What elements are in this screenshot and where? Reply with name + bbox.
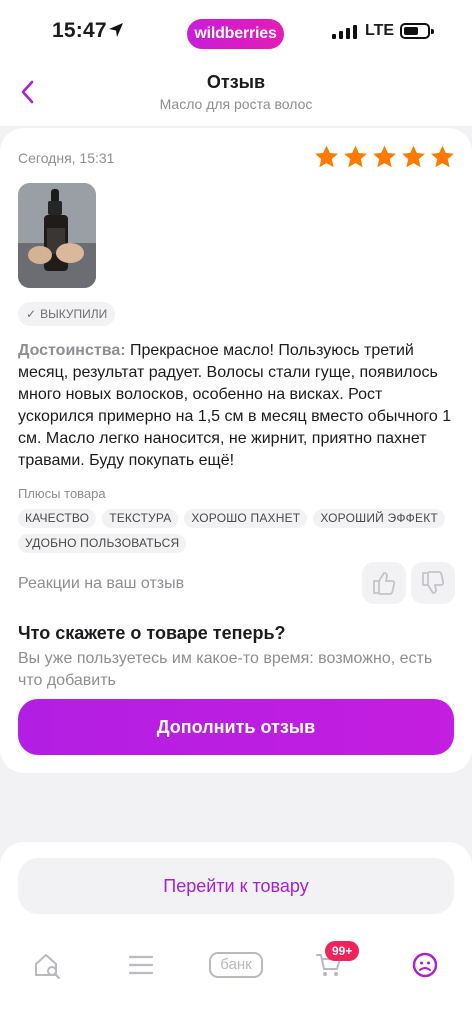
followup-text: Вы уже пользуетесь им какое-то время: во… xyxy=(18,650,433,689)
plus-label: Плюсы товара xyxy=(18,486,106,501)
review-card: Сегодня, 15:31 ✓ ВЫКУПИЛИ Достоинства: П… xyxy=(0,128,472,773)
bank-label: банк xyxy=(209,952,263,978)
add-to-review-button[interactable]: Дополнить отзыв xyxy=(18,699,454,755)
status-time: 15:47 xyxy=(52,19,107,42)
pros-text: Прекрасное масло! Пользуюсь третий месяц… xyxy=(18,342,452,469)
tag-item: УДОБНО ПОЛЬЗОВАТЬСЯ xyxy=(18,534,187,553)
oil-bottle-image xyxy=(18,183,96,288)
profile-icon xyxy=(412,952,438,978)
review-date: Сегодня, 15:31 xyxy=(18,150,115,166)
page-title: Отзыв xyxy=(206,72,266,92)
star-icon xyxy=(431,145,454,168)
review-photo[interactable] xyxy=(18,183,96,288)
tab-home[interactable] xyxy=(27,945,67,985)
tag-item: КАЧЕСТВО xyxy=(18,509,97,528)
reactions-label: Реакции на ваш отзыв xyxy=(18,575,185,592)
go-to-product-button[interactable]: Перейти к товару xyxy=(18,858,454,914)
thumbs-down-icon xyxy=(422,571,445,594)
tag-item: ТЕКСТУРА xyxy=(102,509,179,528)
tab-profile[interactable] xyxy=(405,945,445,985)
star-icon xyxy=(402,145,425,168)
brand-logo: wildberries xyxy=(187,19,284,49)
like-button[interactable] xyxy=(362,562,406,604)
location-arrow-icon xyxy=(109,23,123,37)
home-search-icon xyxy=(35,954,60,979)
battery-icon xyxy=(400,23,434,39)
page-subtitle: Масло для роста волос xyxy=(159,96,313,112)
menu-icon xyxy=(128,955,154,975)
tab-catalog[interactable] xyxy=(121,945,161,985)
tab-bar: банк xyxy=(0,935,472,995)
network-label: LTE xyxy=(365,22,395,39)
tab-bank[interactable]: банк xyxy=(206,945,266,985)
purchased-badge: ✓ ВЫКУПИЛИ xyxy=(18,302,116,326)
cart-count-badge: 99+ xyxy=(325,941,360,961)
purchased-badge-label: ВЫКУПИЛИ xyxy=(40,307,108,321)
rating-stars xyxy=(313,144,456,170)
star-icon xyxy=(373,145,396,168)
tag-list: КАЧЕСТВО ТЕКСТУРА ХОРОШО ПАХНЕТ ХОРОШИЙ … xyxy=(18,509,448,553)
status-bar: 15:47 wildberries LTE xyxy=(0,0,472,64)
star-icon xyxy=(344,145,367,168)
signal-icon xyxy=(332,25,357,39)
review-text: Достоинства: Прекрасное масло! Пользуюсь… xyxy=(18,340,458,472)
thumbs-up-icon xyxy=(373,572,396,595)
followup-title: Что скажете о товаре теперь? xyxy=(18,623,286,643)
page-header: Отзыв Масло для роста волос xyxy=(0,64,472,126)
tag-item: ХОРОШО ПАХНЕТ xyxy=(184,509,308,528)
dislike-button[interactable] xyxy=(411,562,455,604)
tag-item: ХОРОШИЙ ЭФФЕКТ xyxy=(313,509,445,528)
pros-label: Достоинства: xyxy=(18,342,126,359)
star-icon xyxy=(315,145,338,168)
check-icon: ✓ xyxy=(26,307,37,321)
